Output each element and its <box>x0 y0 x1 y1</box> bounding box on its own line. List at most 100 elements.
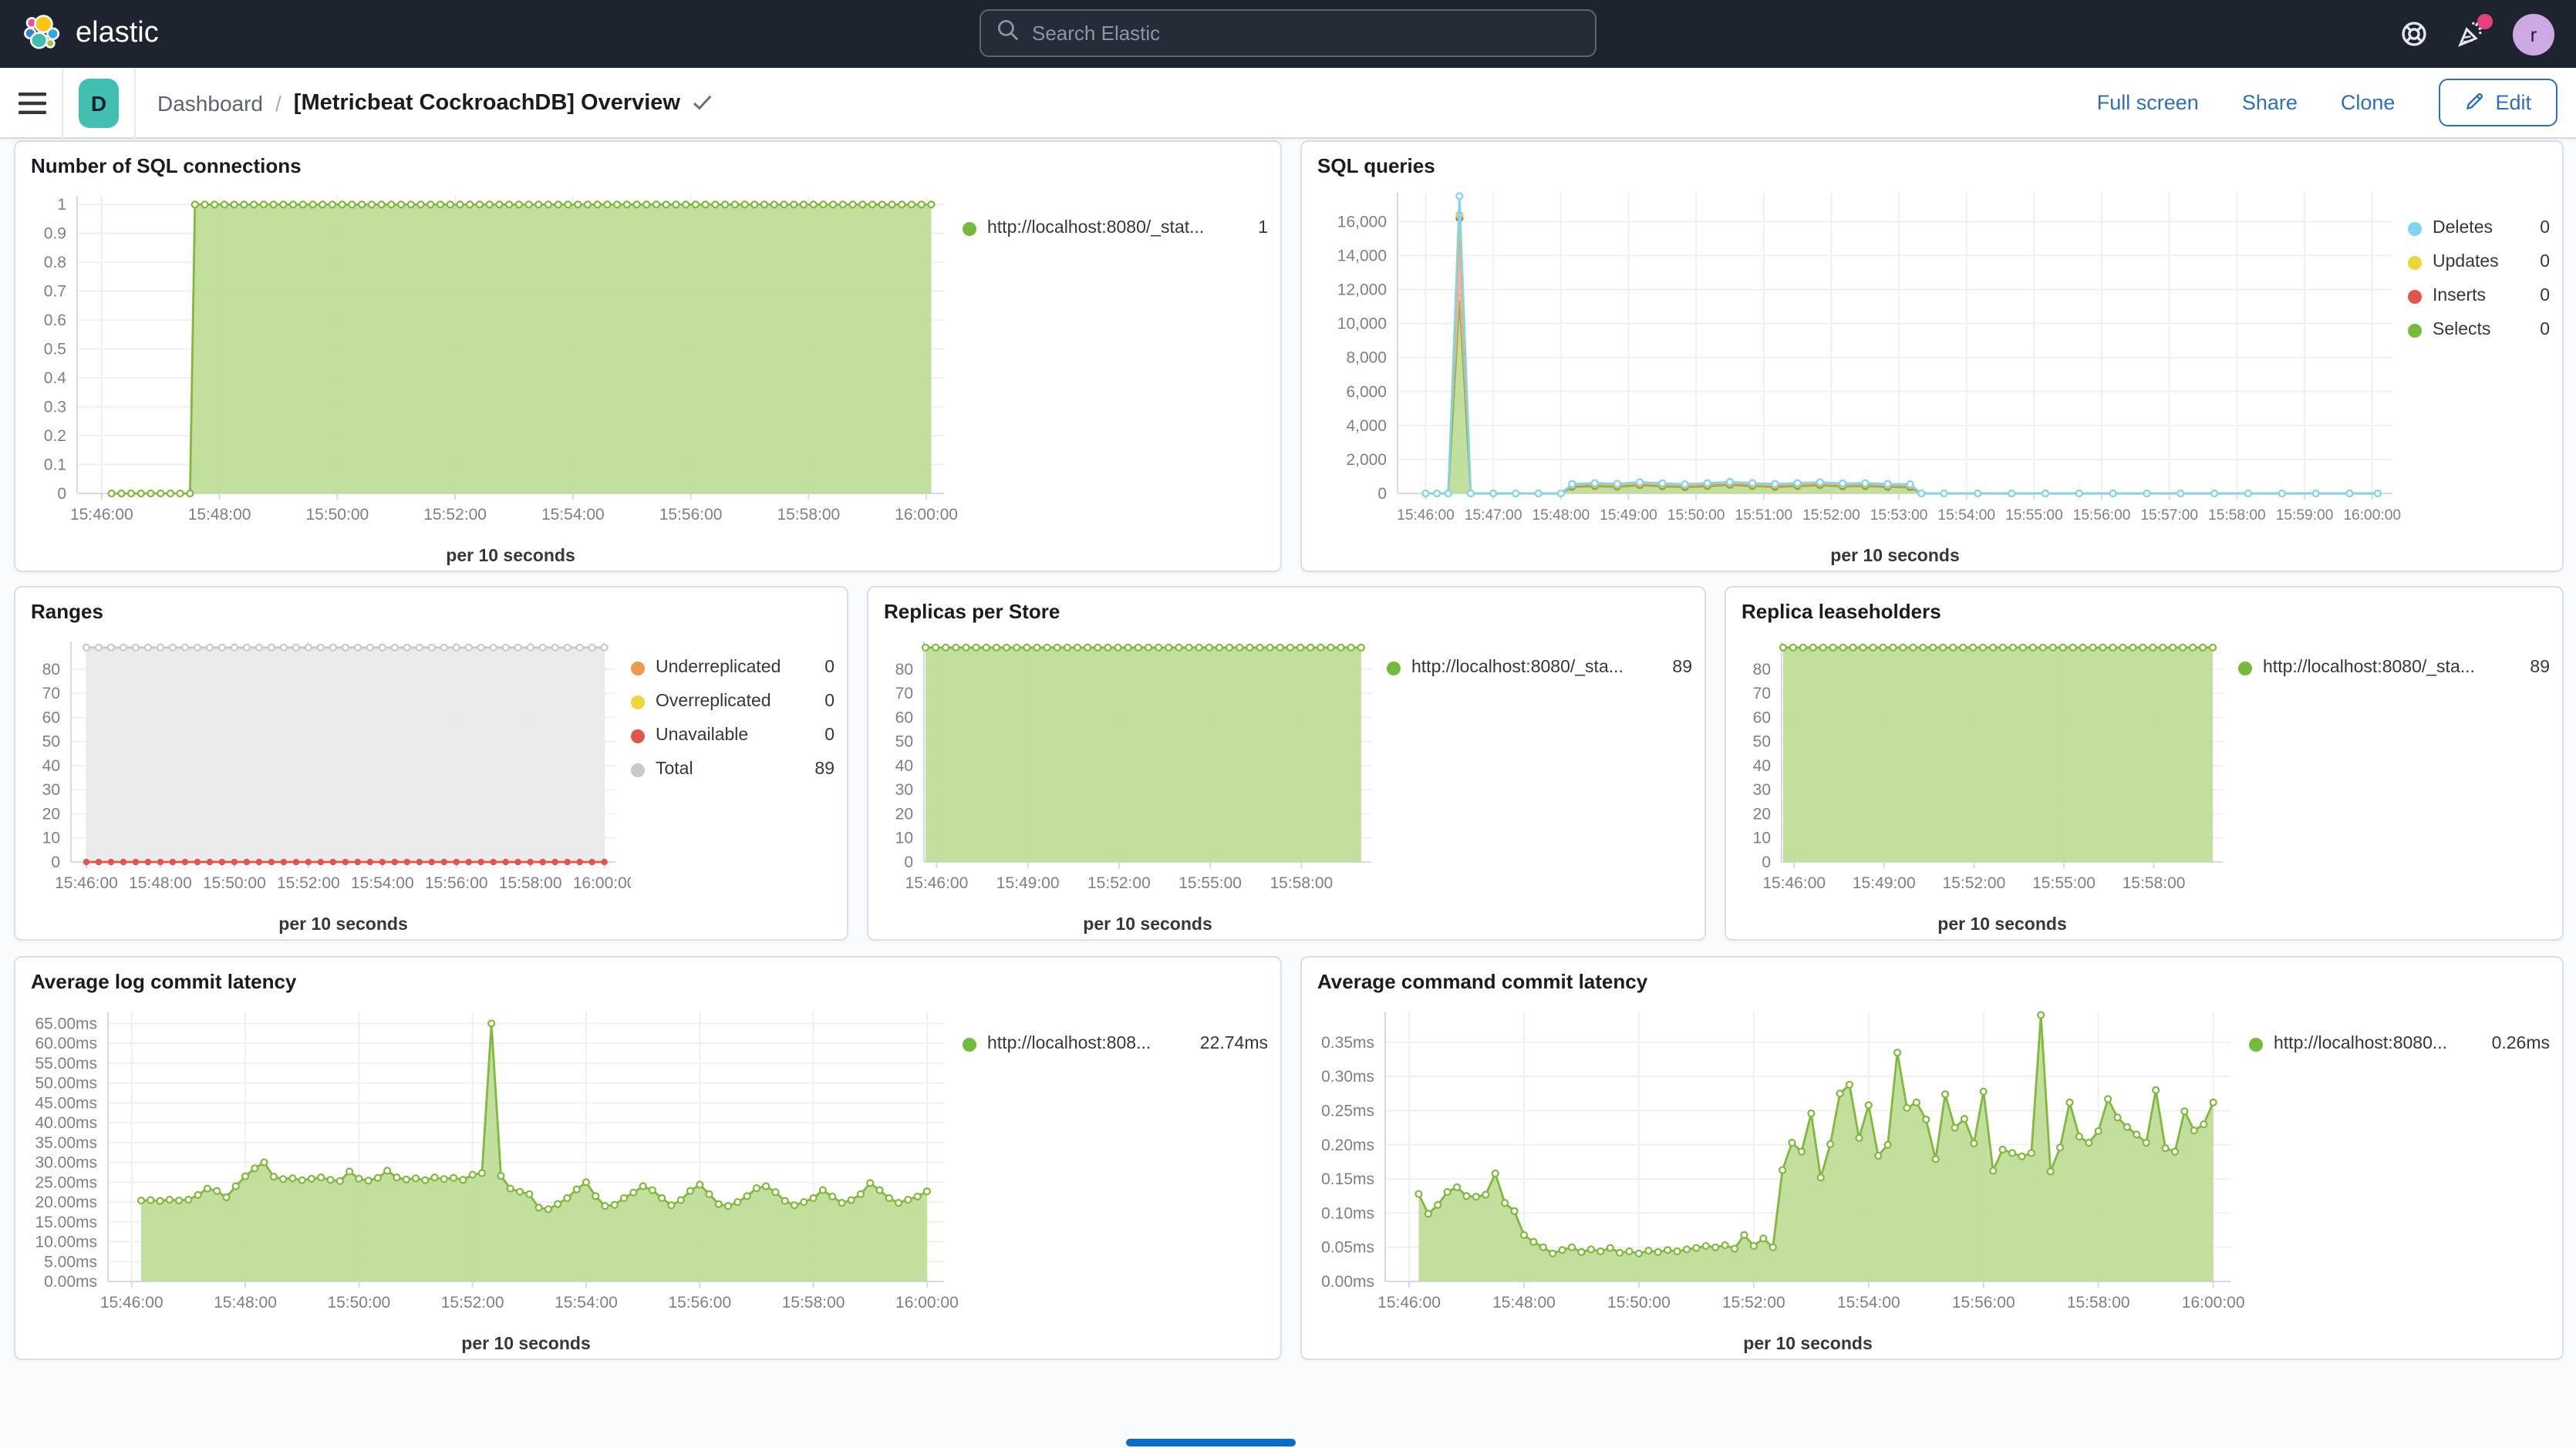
legend-value: 0 <box>2540 321 2550 339</box>
chart-ranges[interactable]: 8070605040302010015:46:0015:48:0015:50:0… <box>22 626 631 939</box>
chart-canvas[interactable]: 65.00ms60.00ms55.00ms50.00ms45.00ms40.00… <box>22 996 963 1359</box>
legend-label: http://localhost:8080/_sta... <box>2263 658 2520 677</box>
legend-item-total[interactable]: Total89 <box>631 759 835 780</box>
legend-item-http-localhost-8080-stat-[interactable]: http://localhost:8080/_stat...1 <box>963 217 1268 239</box>
svg-text:14,000: 14,000 <box>1337 248 1387 265</box>
svg-text:15:56:00: 15:56:00 <box>2073 507 2131 524</box>
legend-item-http-localhost-8080-sta-[interactable]: http://localhost:8080/_sta... 89 <box>2238 657 2550 679</box>
legend-item-inserts[interactable]: Inserts0 <box>2408 285 2550 307</box>
chart-canvas[interactable]: 0.35ms0.30ms0.25ms0.20ms0.15ms0.10ms0.05… <box>1308 996 2249 1359</box>
svg-text:15:46:00: 15:46:00 <box>100 1294 164 1312</box>
breadcrumb-dashboard-link[interactable]: Dashboard <box>157 90 263 115</box>
svg-text:30: 30 <box>1753 781 1771 799</box>
clone-button[interactable]: Clone <box>2341 91 2396 114</box>
chart-canvas[interactable]: 10.90.80.70.60.50.40.30.20.1015:46:0015:… <box>22 180 963 571</box>
full-screen-button[interactable]: Full screen <box>2097 91 2199 114</box>
chart-legend: http://localhost:8080/_stat...1 <box>963 180 1268 571</box>
svg-text:15:50:00: 15:50:00 <box>203 874 266 892</box>
legend-item-underreplicated[interactable]: Underreplicated0 <box>631 657 835 679</box>
chart-sql-queries[interactable]: 16,00014,00012,00010,0008,0006,0004,0002… <box>1308 180 2408 571</box>
svg-text:70: 70 <box>895 685 913 702</box>
svg-text:16:00:00: 16:00:00 <box>895 506 958 524</box>
elastic-brand[interactable]: elastic <box>22 14 159 54</box>
legend-item-selects[interactable]: Selects0 <box>2408 319 2550 341</box>
svg-text:15:58:00: 15:58:00 <box>782 1294 845 1312</box>
legend-value: 0.26ms <box>2492 1035 2550 1053</box>
panel-title: Average log commit latency <box>15 958 1280 996</box>
legend-item-deletes[interactable]: Deletes0 <box>2408 217 2550 239</box>
chart-log-commit-latency[interactable]: 65.00ms60.00ms55.00ms50.00ms45.00ms40.00… <box>22 996 963 1359</box>
avatar[interactable]: r <box>2513 13 2554 55</box>
page-title: [Metricbeat CockroachDB] Overview <box>294 90 680 115</box>
svg-text:0.05ms: 0.05ms <box>1321 1239 1374 1257</box>
svg-text:15:49:00: 15:49:00 <box>996 874 1060 892</box>
check-icon[interactable] <box>693 90 713 115</box>
chart-command-commit-latency[interactable]: 0.35ms0.30ms0.25ms0.20ms0.15ms0.10ms0.05… <box>1308 996 2249 1359</box>
svg-text:15:47:00: 15:47:00 <box>1465 507 1522 524</box>
share-button[interactable]: Share <box>2242 91 2298 114</box>
panel-average-command-commit-latency: Average command commit latency 0.35ms0.3… <box>1300 956 2564 1360</box>
search-input[interactable] <box>1032 22 1580 45</box>
legend-dot-icon <box>2408 323 2422 337</box>
svg-text:10,000: 10,000 <box>1337 315 1387 333</box>
panel-title: Number of SQL connections <box>15 142 1280 180</box>
legend-value: 89 <box>2530 658 2550 677</box>
svg-text:0.10ms: 0.10ms <box>1321 1204 1374 1222</box>
panel-sql-queries: SQL queries 16,00014,00012,00010,0008,00… <box>1300 140 2564 572</box>
chart-canvas[interactable]: 8070605040302010015:46:0015:48:0015:50:0… <box>22 626 631 939</box>
space-badge[interactable]: D <box>79 78 119 127</box>
chart-replica-leaseholders[interactable]: 8070605040302010015:46:0015:49:0015:52:0… <box>1732 626 2238 939</box>
svg-text:15:58:00: 15:58:00 <box>1269 874 1333 892</box>
svg-text:0.35ms: 0.35ms <box>1321 1034 1374 1052</box>
chart-canvas[interactable]: 8070605040302010015:46:0015:49:0015:52:0… <box>1732 626 2238 939</box>
chart-canvas[interactable]: 16,00014,00012,00010,0008,0006,0004,0002… <box>1308 180 2408 571</box>
svg-text:0.4: 0.4 <box>44 369 67 387</box>
svg-text:15:54:00: 15:54:00 <box>1937 507 1995 524</box>
breadcrumb-separator: / <box>275 90 282 115</box>
panel-number-of-sql-connections: Number of SQL connections 10.90.80.70.60… <box>14 140 1282 572</box>
legend-item-unavailable[interactable]: Unavailable0 <box>631 725 835 746</box>
menu-icon[interactable] <box>19 92 46 113</box>
legend-item-http-localhost-808-[interactable]: http://localhost:808...22.74ms <box>963 1033 1268 1055</box>
svg-text:15:50:00: 15:50:00 <box>327 1294 390 1312</box>
legend-label: Unavailable <box>656 726 815 745</box>
legend-item-overreplicated[interactable]: Overreplicated0 <box>631 691 835 712</box>
edit-button[interactable]: Edit <box>2438 79 2557 126</box>
global-search-box[interactable] <box>979 9 1597 57</box>
legend-label: Total <box>656 760 805 779</box>
svg-text:60: 60 <box>42 709 60 726</box>
legend-value: 0 <box>824 658 835 677</box>
svg-text:15:58:00: 15:58:00 <box>777 506 840 524</box>
legend-dot-icon <box>963 221 976 235</box>
svg-text:80: 80 <box>42 661 60 679</box>
svg-text:16:00:00: 16:00:00 <box>573 874 631 892</box>
notification-dot <box>2477 13 2493 29</box>
svg-text:15:50:00: 15:50:00 <box>305 506 369 524</box>
chart-canvas[interactable]: 8070605040302010015:46:0015:49:0015:52:0… <box>875 626 1387 939</box>
chart-sql-connections[interactable]: 10.90.80.70.60.50.40.30.20.1015:46:0015:… <box>22 180 963 571</box>
newsfeed-icon[interactable] <box>2456 19 2485 49</box>
horizontal-scrollbar-thumb[interactable] <box>1126 1439 1296 1446</box>
svg-text:1: 1 <box>57 196 66 214</box>
legend-label: http://localhost:8080/_stat... <box>987 219 1249 237</box>
chart-legend: Underreplicated0 Overreplicated0 Unavailab… <box>631 626 835 939</box>
svg-text:15:48:00: 15:48:00 <box>214 1294 277 1312</box>
svg-text:per 10 seconds: per 10 seconds <box>1830 545 1959 565</box>
legend-item-http-localhost-8080-sta-[interactable]: http://localhost:8080/_sta...89 <box>1387 657 1692 679</box>
legend-item-updates[interactable]: Updates0 <box>2408 251 2550 273</box>
svg-text:0.30ms: 0.30ms <box>1321 1068 1374 1086</box>
legend-item-http-localhost-8080-[interactable]: http://localhost:8080...0.26ms <box>2249 1033 2550 1055</box>
legend-dot-icon <box>2238 661 2252 675</box>
chart-replicas-per-store[interactable]: 8070605040302010015:46:0015:49:0015:52:0… <box>875 626 1387 939</box>
svg-text:15.00ms: 15.00ms <box>35 1214 97 1231</box>
svg-text:15:54:00: 15:54:00 <box>351 874 414 892</box>
brand-name: elastic <box>76 17 159 51</box>
help-icon[interactable] <box>2400 20 2428 48</box>
svg-text:16:00:00: 16:00:00 <box>2343 507 2401 524</box>
svg-text:15:58:00: 15:58:00 <box>2123 874 2186 892</box>
svg-text:per 10 seconds: per 10 seconds <box>278 914 407 934</box>
svg-text:0.7: 0.7 <box>44 283 66 301</box>
svg-text:10: 10 <box>895 830 913 847</box>
svg-text:30: 30 <box>42 781 60 799</box>
legend-label: http://localhost:808... <box>987 1035 1191 1053</box>
